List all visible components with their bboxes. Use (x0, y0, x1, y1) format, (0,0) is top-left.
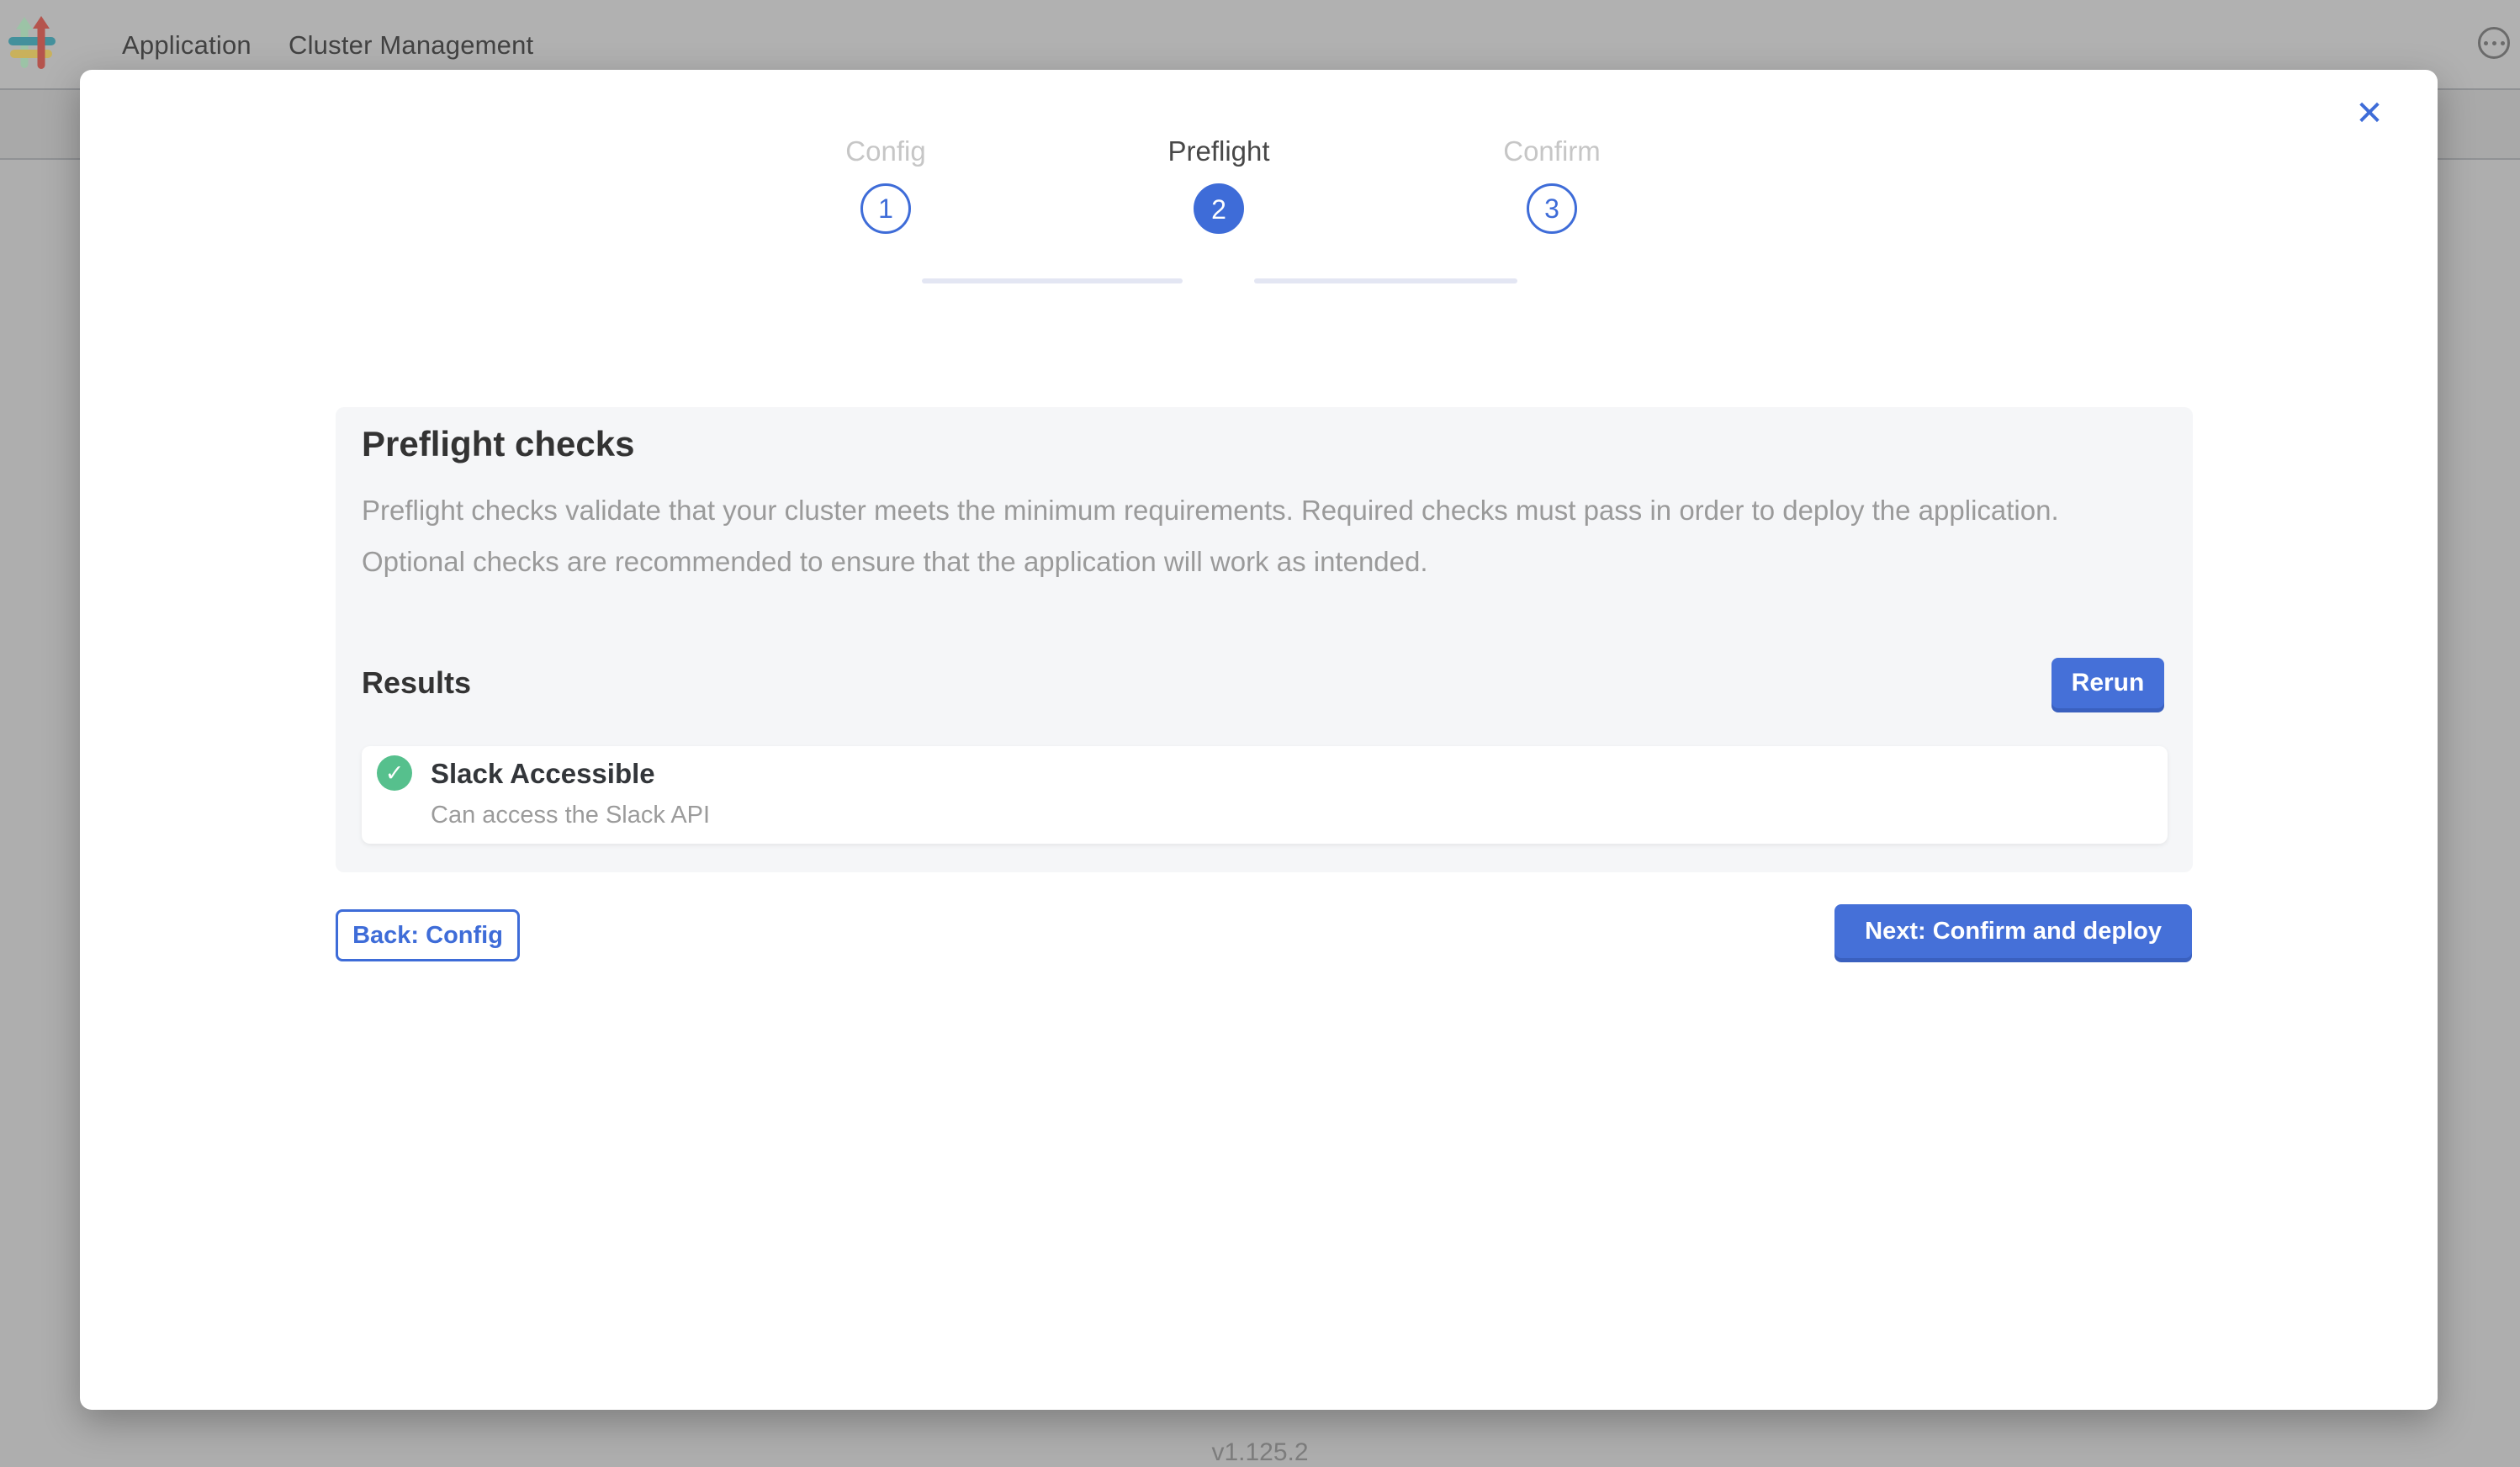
results-header-row: Results Rerun (362, 656, 2164, 710)
overflow-menu-icon[interactable] (2478, 27, 2510, 59)
back-config-button[interactable]: Back: Config (336, 909, 520, 961)
rerun-button[interactable]: Rerun (2051, 658, 2164, 708)
preflight-description: Preflight checks validate that your clus… (362, 485, 2115, 587)
tab-application[interactable]: Application (122, 30, 251, 61)
step-config: Config 1 (719, 133, 1052, 234)
page-title: Preflight checks (362, 424, 634, 464)
step-connector (922, 278, 1183, 283)
tab-cluster-management[interactable]: Cluster Management (289, 30, 533, 61)
step-circle-1[interactable]: 1 (860, 183, 911, 234)
step-label: Preflight (1052, 133, 1385, 170)
check-icon: ✓ (377, 755, 412, 791)
preflight-modal: ✕ Config 1 Preflight 2 Confirm 3 Preflig… (80, 70, 2438, 1410)
app-logo-icon (8, 15, 56, 72)
app-version-label: v1.125.2 (0, 1438, 2520, 1467)
results-heading: Results (362, 665, 471, 701)
step-connector (1254, 278, 1517, 283)
next-confirm-deploy-button[interactable]: Next: Confirm and deploy (1834, 904, 2192, 958)
close-icon[interactable]: ✕ (2348, 92, 2391, 135)
step-label: Confirm (1385, 133, 1718, 170)
step-circle-2[interactable]: 2 (1194, 183, 1244, 234)
result-detail: Can access the Slack API (431, 802, 710, 829)
step-preflight: Preflight 2 (1052, 133, 1385, 234)
preflight-checks-card: Preflight checks Preflight checks valida… (336, 407, 2193, 872)
result-row-slack-accessible: ✓ Slack Accessible Can access the Slack … (362, 746, 2168, 844)
step-label: Config (719, 133, 1052, 170)
result-title: Slack Accessible (431, 758, 655, 790)
step-confirm: Confirm 3 (1385, 133, 1718, 234)
step-circle-3[interactable]: 3 (1527, 183, 1577, 234)
